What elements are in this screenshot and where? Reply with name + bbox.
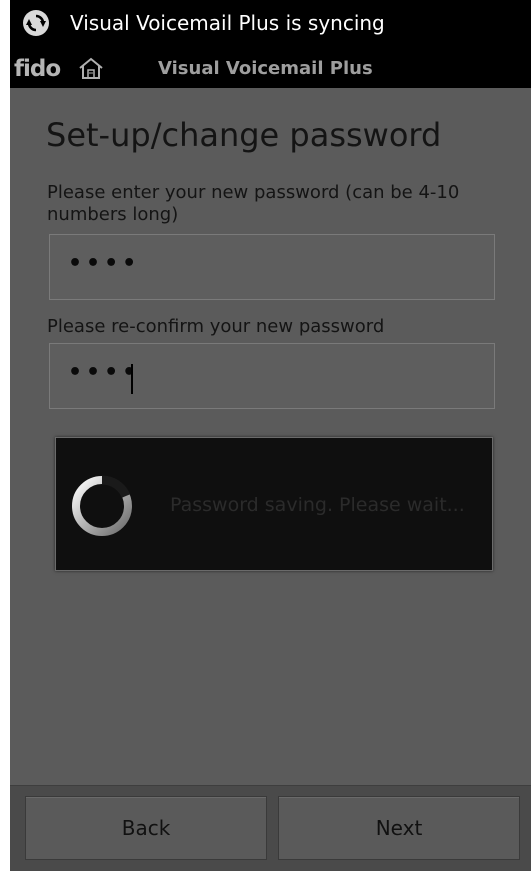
progress-message: Password saving. Please wait... [170,494,465,516]
sync-icon [23,10,49,36]
app-screen: Visual Voicemail Plus is syncing fido Vi… [10,0,531,871]
confirm-password-label: Please re-confirm your new password [47,316,385,337]
page-title: Set-up/change password [46,116,442,154]
new-password-field[interactable]: •••• [49,234,495,300]
text-cursor [131,364,133,394]
notification-bar[interactable]: Visual Voicemail Plus is syncing [10,0,531,50]
notification-text: Visual Voicemail Plus is syncing [70,11,385,35]
new-password-label: Please enter your new password (can be 4… [47,182,460,225]
next-button[interactable]: Next [278,796,520,860]
bottom-button-bar: Back Next [10,785,531,871]
back-button[interactable]: Back [25,796,267,860]
progress-dialog: Password saving. Please wait... [55,437,493,571]
new-password-value: •••• [68,251,141,276]
app-title-bar: fido Visual Voicemail Plus [10,50,531,88]
confirm-password-field[interactable]: •••• [49,343,495,409]
fido-logo: fido [14,56,61,82]
home-icon[interactable] [78,56,104,80]
confirm-password-value: •••• [68,360,141,385]
app-title: Visual Voicemail Plus [158,58,373,79]
spinner-icon [72,475,132,536]
